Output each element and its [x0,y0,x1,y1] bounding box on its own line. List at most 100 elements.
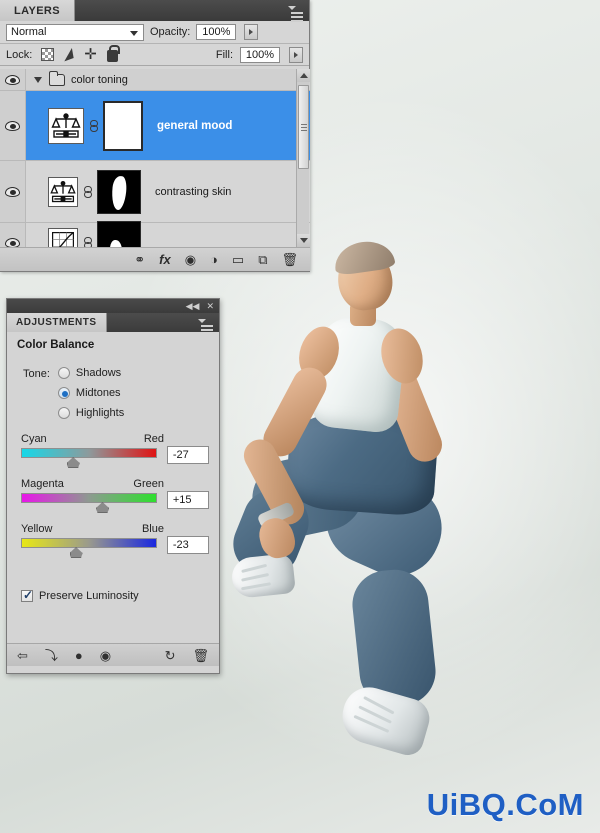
slider-magenta-green: Magenta Green +15 [21,478,209,513]
cyan-red-value-input[interactable]: -27 [166,446,209,464]
blend-mode-select[interactable]: Normal [6,23,144,41]
opacity-input[interactable]: 100% [196,24,237,40]
magenta-green-value-input[interactable]: +15 [166,491,209,509]
layers-panel-tabbar: LAYERS [0,0,309,22]
lock-position-icon[interactable] [84,45,98,63]
cyan-red-track[interactable] [21,448,157,458]
new-group-icon[interactable]: ▭ [232,253,244,266]
dancer-photo-subject [224,237,480,800]
balance-scales-icon [50,180,76,202]
reset-icon[interactable]: ↻ [165,649,176,662]
radio-label: Midtones [75,387,121,399]
tab-layers[interactable]: LAYERS [0,0,76,21]
layer-name-label: general mood [157,119,233,132]
toggle-layer-visibility-icon[interactable]: ● [75,649,83,662]
new-layer-icon[interactable]: ⧉ [258,253,267,266]
link-mask-icon[interactable] [82,183,93,201]
slider-left-label: Yellow [21,523,53,535]
lock-image-pixels-icon[interactable] [63,48,76,61]
yellow-blue-value-input[interactable]: -23 [166,536,209,554]
cyan-red-knob[interactable] [66,457,80,468]
layer-group-color-toning[interactable]: color toning [0,69,310,91]
preserve-luminosity-row[interactable]: Preserve Luminosity [7,568,219,602]
panel-menu-icon[interactable] [288,4,304,22]
layer-mask-thumbnail[interactable] [97,169,141,214]
scroll-up-button[interactable] [297,69,310,82]
lock-all-icon[interactable] [107,44,121,62]
layers-scrollbar[interactable] [296,69,310,247]
layer-visibility-toggle[interactable] [0,91,26,160]
eye-icon [5,237,20,247]
layer-mask-thumbnail[interactable] [97,220,141,247]
fill-input[interactable]: 100% [240,46,280,63]
opacity-label: Opacity: [150,26,191,38]
layer-style-fx-icon[interactable]: fx [159,253,171,266]
clip-to-layer-icon[interactable]: ⤵ [45,649,58,662]
layers-footer-toolbar[interactable]: ⚭ fx ◉ ◑ ▭ ⧉ 🗑 [0,247,310,271]
mask-shape [110,239,122,247]
magenta-green-track[interactable] [21,493,157,503]
layer-visibility-toggle[interactable] [0,161,26,222]
site-watermark: UiBQ.CoM [426,787,584,822]
new-fill-adjustment-icon[interactable]: ◑ [210,253,218,266]
slider-left-label: Cyan [21,433,47,445]
layer-name-label: contrasting skin [155,185,232,198]
slider-right-label: Green [133,478,164,490]
delete-layer-icon[interactable]: 🗑 [281,253,298,266]
panel-menu-icon[interactable] [198,317,214,335]
slider-right-label: Red [143,433,164,445]
add-layer-mask-icon[interactable]: ◉ [185,253,196,266]
magenta-green-knob[interactable] [96,502,109,513]
tab-adjustments[interactable]: ADJUSTMENTS [7,313,107,332]
slider-right-label: Blue [141,523,164,535]
slider-cyan-red: Cyan Red -27 [21,433,209,468]
view-previous-state-icon[interactable]: ◉ [100,649,111,662]
opacity-stepper[interactable] [244,24,259,40]
lock-row: Lock: Fill: 100% [0,44,309,66]
layers-panel[interactable]: LAYERS Normal Opacity: 100% Lock: Fill: … [0,0,310,272]
layer-row-contrasting-skin[interactable]: contrasting skin [0,161,310,223]
color-sliders: Cyan Red -27 Magenta Green +15 Yellow Bl… [7,419,219,558]
fill-stepper[interactable] [289,46,303,63]
radio-midtones[interactable]: Midtones [57,387,124,399]
return-to-adjustment-list-icon[interactable]: ⇦ [17,649,28,662]
delete-adjustment-icon[interactable]: 🗑 [192,649,209,662]
eye-icon [5,186,20,197]
link-layers-icon[interactable]: ⚭ [134,253,145,266]
layer-mask-thumbnail[interactable] [103,100,143,151]
layer-row-partial[interactable] [0,220,310,247]
curves-thumbnail[interactable] [48,227,78,247]
scrollbar-thumb[interactable] [298,85,309,169]
radio-highlights[interactable]: Highlights [57,407,124,419]
color-balance-thumbnail[interactable] [48,176,78,207]
adjustments-footer-toolbar[interactable]: ⇦ ⤵ ● ◉ ↻ 🗑 [7,643,219,666]
radio-button-icon[interactable] [57,367,70,379]
folder-icon [49,70,65,86]
layer-row-general-mood[interactable]: general mood [0,91,310,161]
slider-left-label: Magenta [21,478,64,490]
adjustments-tabbar: ADJUSTMENTS [7,313,219,335]
eye-icon [5,74,20,85]
link-mask-icon[interactable] [88,117,99,135]
yellow-blue-knob[interactable] [69,547,83,558]
lock-transparent-pixels-icon[interactable] [41,48,55,61]
link-mask-icon[interactable] [82,234,93,247]
chevron-down-icon[interactable] [34,76,42,83]
yellow-blue-track[interactable] [21,538,157,548]
eye-icon [5,120,20,131]
radio-button-selected-icon[interactable] [57,387,70,399]
close-icon[interactable]: ✕ [206,301,214,311]
radio-shadows[interactable]: Shadows [57,367,124,379]
adjustments-panel[interactable]: ◀◀ ✕ ADJUSTMENTS Color Balance Tone: Sha… [6,298,220,674]
tone-label: Tone: [23,368,50,380]
tone-group: Tone: Shadows Midtones Highlights [7,351,219,419]
color-balance-thumbnail[interactable] [48,107,84,144]
mask-shape [110,174,128,211]
collapse-icon[interactable]: ◀◀ [186,301,200,311]
group-visibility-toggle[interactable] [0,69,26,90]
layer-visibility-toggle[interactable] [0,223,26,247]
radio-button-icon[interactable] [57,407,70,419]
layer-list[interactable]: color toning general mood contrasting sk… [0,69,310,247]
preserve-luminosity-checkbox[interactable] [21,588,33,602]
scroll-down-button[interactable] [297,234,310,247]
